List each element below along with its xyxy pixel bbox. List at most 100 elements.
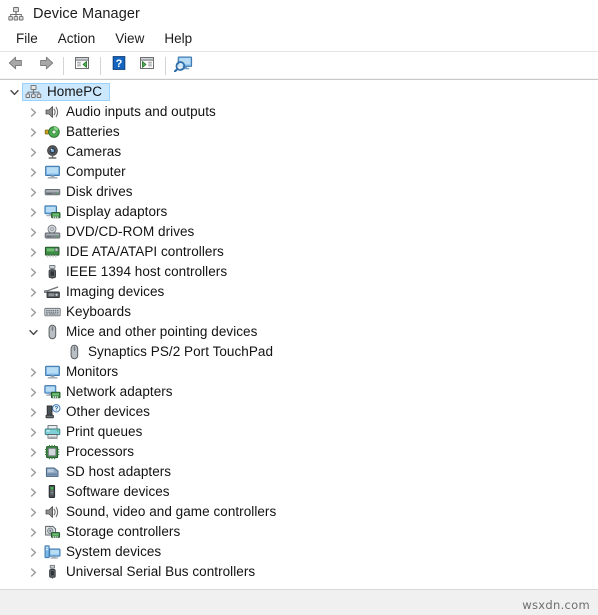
- mouse-icon: [65, 344, 83, 360]
- svg-text:?: ?: [54, 407, 58, 413]
- no-chevron: [47, 344, 63, 360]
- imaging-device-icon: [43, 284, 61, 300]
- chevron-right-icon[interactable]: [25, 224, 41, 240]
- back-arrow-icon: [8, 55, 26, 76]
- tree-node[interactable]: SD host adapters: [0, 462, 598, 482]
- tree-node[interactable]: Processors: [0, 442, 598, 462]
- unknown-device-icon: ?: [43, 404, 61, 420]
- tree-node-label: Batteries: [66, 124, 120, 139]
- chevron-right-icon[interactable]: [25, 444, 41, 460]
- chevron-right-icon[interactable]: [25, 144, 41, 160]
- chevron-right-icon[interactable]: [25, 564, 41, 580]
- keyboard-icon: [43, 304, 61, 320]
- properties-window-icon: [73, 55, 91, 76]
- chevron-right-icon[interactable]: [25, 104, 41, 120]
- device-tree: HomePC Audio inputs and outputs Batterie…: [0, 82, 598, 582]
- system-device-icon: [43, 544, 61, 560]
- chevron-right-icon[interactable]: [25, 464, 41, 480]
- tree-node-label: Universal Serial Bus controllers: [66, 564, 256, 579]
- tree-node[interactable]: ? Other devices: [0, 402, 598, 422]
- tree-node[interactable]: System devices: [0, 542, 598, 562]
- tree-node[interactable]: Disk drives: [0, 182, 598, 202]
- chevron-right-icon[interactable]: [25, 124, 41, 140]
- tree-node-label: Disk drives: [66, 184, 133, 199]
- chevron-right-icon[interactable]: [25, 204, 41, 220]
- tree-root-node[interactable]: HomePC: [0, 82, 598, 102]
- tree-node-label: IDE ATA/ATAPI controllers: [66, 244, 224, 259]
- tree-node[interactable]: Sound, video and game controllers: [0, 502, 598, 522]
- chevron-right-icon[interactable]: [25, 244, 41, 260]
- forward-button[interactable]: [31, 54, 59, 78]
- status-bar: wsxdn.com: [0, 589, 598, 615]
- tree-node-label: Storage controllers: [66, 524, 181, 539]
- chevron-right-icon[interactable]: [25, 424, 41, 440]
- chevron-right-icon[interactable]: [25, 264, 41, 280]
- update-driver-button[interactable]: [133, 54, 161, 78]
- tree-node[interactable]: Synaptics PS/2 Port TouchPad: [0, 342, 598, 362]
- back-button[interactable]: [3, 54, 31, 78]
- tree-node[interactable]: Imaging devices: [0, 282, 598, 302]
- monitor-icon: [43, 364, 61, 380]
- tree-node[interactable]: DVD/CD-ROM drives: [0, 222, 598, 242]
- tree-node-label: SD host adapters: [66, 464, 172, 479]
- chevron-down-icon[interactable]: [6, 84, 22, 100]
- tree-node[interactable]: Universal Serial Bus controllers: [0, 562, 598, 582]
- disk-drive-icon: [43, 184, 61, 200]
- tree-node-label: IEEE 1394 host controllers: [66, 264, 228, 279]
- chevron-right-icon[interactable]: [25, 484, 41, 500]
- chevron-right-icon[interactable]: [25, 524, 41, 540]
- usb-icon: [43, 564, 61, 580]
- tree-node[interactable]: Cameras: [0, 142, 598, 162]
- title-bar: Device Manager: [0, 0, 598, 27]
- chevron-right-icon[interactable]: [25, 544, 41, 560]
- tree-node[interactable]: Monitors: [0, 362, 598, 382]
- chevron-right-icon[interactable]: [25, 164, 41, 180]
- chevron-right-icon[interactable]: [25, 304, 41, 320]
- properties-button[interactable]: [68, 54, 96, 78]
- chevron-right-icon[interactable]: [25, 384, 41, 400]
- tree-node[interactable]: Batteries: [0, 122, 598, 142]
- network-adapter-icon: [43, 384, 61, 400]
- tree-node-label: Display adaptors: [66, 204, 168, 219]
- tree-node[interactable]: Display adaptors: [0, 202, 598, 222]
- update-driver-window-icon: [138, 55, 156, 76]
- tree-node[interactable]: Audio inputs and outputs: [0, 102, 598, 122]
- chevron-right-icon[interactable]: [25, 404, 41, 420]
- chevron-right-icon[interactable]: [25, 504, 41, 520]
- tree-node[interactable]: Print queues: [0, 422, 598, 442]
- tree-node[interactable]: Mice and other pointing devices: [0, 322, 598, 342]
- tree-node[interactable]: Computer: [0, 162, 598, 182]
- speaker-icon: [43, 504, 61, 520]
- menu-help[interactable]: Help: [154, 29, 202, 49]
- chevron-down-icon[interactable]: [25, 324, 41, 340]
- firewire-icon: [43, 264, 61, 280]
- tree-node[interactable]: Keyboards: [0, 302, 598, 322]
- tree-node-label: Mice and other pointing devices: [66, 324, 258, 339]
- tree-node-label: Computer: [66, 164, 126, 179]
- tree-node[interactable]: IDE ATA/ATAPI controllers: [0, 242, 598, 262]
- battery-icon: [43, 124, 61, 140]
- device-tree-panel[interactable]: HomePC Audio inputs and outputs Batterie…: [0, 80, 598, 589]
- tree-node-label: Sound, video and game controllers: [66, 504, 277, 519]
- menu-view[interactable]: View: [105, 29, 154, 49]
- chevron-right-icon[interactable]: [25, 184, 41, 200]
- toolbar-separator-3: [165, 56, 166, 75]
- chevron-right-icon[interactable]: [25, 364, 41, 380]
- chevron-right-icon[interactable]: [25, 284, 41, 300]
- tree-node[interactable]: Network adapters: [0, 382, 598, 402]
- processor-icon: [43, 444, 61, 460]
- menu-bar: File Action View Help: [0, 27, 598, 52]
- mouse-icon: [43, 324, 61, 340]
- menu-action[interactable]: Action: [48, 29, 106, 49]
- dvd-drive-icon: [43, 224, 61, 240]
- speaker-icon: [43, 104, 61, 120]
- tree-node[interactable]: IEEE 1394 host controllers: [0, 262, 598, 282]
- tree-node[interactable]: Storage controllers: [0, 522, 598, 542]
- help-button[interactable]: ?: [105, 54, 133, 78]
- window-title: Device Manager: [33, 5, 140, 22]
- scan-hardware-button[interactable]: [170, 54, 198, 78]
- tree-node-label: Print queues: [66, 424, 143, 439]
- menu-file[interactable]: File: [6, 29, 48, 49]
- tree-node-label: DVD/CD-ROM drives: [66, 224, 195, 239]
- tree-node[interactable]: Software devices: [0, 482, 598, 502]
